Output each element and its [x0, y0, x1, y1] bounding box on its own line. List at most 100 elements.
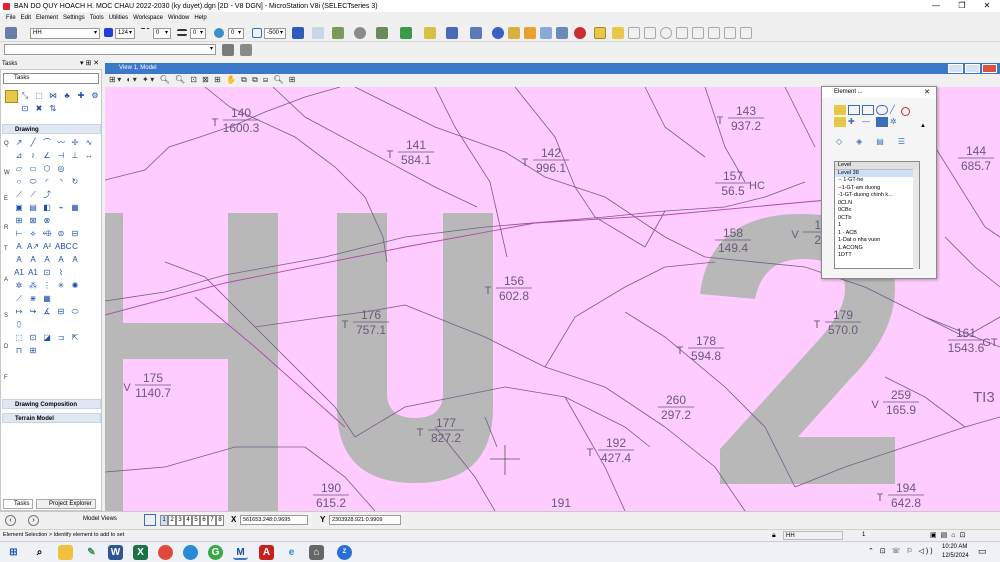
- y-coordinate-field[interactable]: 2303928.921:0.9909: [329, 515, 401, 525]
- place-ellipse-icon[interactable]: ⬭: [27, 176, 39, 187]
- copy-icon[interactable]: ⊞: [13, 215, 25, 226]
- chrome-icon[interactable]: [158, 545, 173, 560]
- menu-file[interactable]: File: [6, 15, 16, 21]
- level-list-item[interactable]: -1-GT-duong chinh k...: [835, 192, 919, 200]
- dim-element-icon[interactable]: ⌇: [55, 267, 67, 278]
- measure-distance-icon[interactable]: ↦: [13, 306, 25, 317]
- saved-views-icon[interactable]: [508, 27, 520, 39]
- menu-help[interactable]: Help: [194, 15, 206, 21]
- minimize-button[interactable]: —: [923, 0, 949, 12]
- measure-radius-icon[interactable]: ↪: [27, 306, 39, 317]
- tool-icon-b[interactable]: ⬚: [33, 90, 45, 101]
- edge-2-icon[interactable]: e: [284, 545, 299, 560]
- menu-window[interactable]: Window: [168, 15, 189, 21]
- fence-place-icon[interactable]: ⬯: [13, 319, 25, 330]
- trim-icon[interactable]: ◧: [41, 202, 53, 213]
- view-button-7[interactable]: 7: [208, 515, 216, 526]
- move-icon[interactable]: ⊠: [27, 215, 39, 226]
- text-align-icon[interactable]: A: [27, 254, 39, 265]
- view-window-controls[interactable]: [948, 64, 998, 73]
- intersection-snap-icon[interactable]: [708, 27, 720, 39]
- place-curve-icon[interactable]: ∿: [83, 137, 95, 148]
- place-smartline-icon[interactable]: ↗: [13, 137, 25, 148]
- extend-icon[interactable]: ⤴: [41, 189, 53, 200]
- mirror-icon[interactable]: ⊟: [69, 228, 81, 239]
- level-list-item[interactable]: 0CTb: [835, 215, 919, 223]
- clock-date[interactable]: 12/5/2024: [942, 553, 969, 559]
- arc-icon[interactable]: ◜: [41, 176, 53, 187]
- tool-icon-c[interactable]: ⋈: [47, 90, 59, 101]
- cell-select-icon[interactable]: ⁂: [27, 280, 39, 291]
- align-icon[interactable]: ⬲: [41, 228, 53, 239]
- weight-combo[interactable]: 0: [190, 28, 206, 39]
- nearest-snap-icon[interactable]: [612, 27, 624, 39]
- menu-workspace[interactable]: Workspace: [133, 15, 163, 21]
- chamfer-icon[interactable]: ▤: [27, 202, 39, 213]
- snap-button-2-icon[interactable]: [644, 27, 656, 39]
- place-block-icon[interactable]: ▭: [27, 163, 39, 174]
- terrain-model-header[interactable]: Terrain Model: [2, 413, 101, 423]
- search-icon[interactable]: ⌕: [32, 545, 47, 560]
- text-abc-icon[interactable]: ABC: [55, 241, 71, 252]
- view-button-6[interactable]: 6: [200, 515, 208, 526]
- modify-element-icon[interactable]: ⟋: [13, 189, 25, 200]
- level-manager-icon[interactable]: [424, 27, 436, 39]
- view-button-8[interactable]: 8: [216, 515, 224, 526]
- place-orthogonal-icon[interactable]: ◎: [55, 163, 67, 174]
- tool-icon-a[interactable]: ⤡: [19, 90, 31, 101]
- file-explorer-icon[interactable]: [58, 545, 73, 560]
- text-replace-icon[interactable]: A: [13, 254, 25, 265]
- app-icon-g[interactable]: G: [208, 545, 223, 560]
- text-display-icon[interactable]: A: [69, 254, 81, 265]
- word-icon[interactable]: W: [108, 545, 123, 560]
- dim-radial-icon[interactable]: ⊡: [41, 267, 53, 278]
- place-polygon-icon[interactable]: ⬡: [41, 163, 53, 174]
- project-explorer-icon[interactable]: [540, 27, 552, 39]
- tool-icon-e[interactable]: ✚: [75, 90, 87, 101]
- display-icon[interactable]: [446, 27, 458, 39]
- lock-icon[interactable]: 🔒︎: [772, 532, 776, 540]
- dim-angle-icon[interactable]: A1: [27, 267, 39, 278]
- place-spline-icon[interactable]: ≀: [27, 150, 39, 161]
- fence-delete-icon[interactable]: ⊡: [27, 332, 39, 343]
- cell-drop-icon[interactable]: ✺: [69, 280, 81, 291]
- edge-icon[interactable]: [183, 545, 198, 560]
- tool-icon-i[interactable]: ⇅: [47, 103, 59, 114]
- task-selector[interactable]: Tasks: [3, 73, 99, 84]
- menu-tools[interactable]: Tools: [90, 15, 104, 21]
- expand-icon[interactable]: ▲: [920, 123, 926, 129]
- construct-bisector-icon[interactable]: ⊣: [55, 150, 67, 161]
- measure-angle-icon[interactable]: ∡: [41, 306, 53, 317]
- level-combo[interactable]: HH: [30, 28, 100, 39]
- center-snap-icon[interactable]: [660, 27, 672, 39]
- place-circle-icon[interactable]: ○: [13, 176, 25, 187]
- batch-icon[interactable]: [556, 27, 568, 39]
- help-icon[interactable]: [492, 27, 504, 39]
- nav-back-icon[interactable]: ‹: [5, 515, 16, 526]
- tool-icon-h[interactable]: ✖: [33, 103, 45, 114]
- fence-icon[interactable]: [332, 27, 344, 39]
- app-icon-1[interactable]: ✎: [84, 545, 99, 560]
- keypoint-snap-icon[interactable]: [594, 27, 606, 39]
- level-list-item[interactable]: -- 1-GT-he: [835, 177, 919, 185]
- system-tray-icons[interactable]: ⌃ ⊡ ☏ ⚐ ◁)): [868, 547, 935, 555]
- no-entry-icon[interactable]: [901, 107, 910, 116]
- element-selection-icon[interactable]: [5, 90, 18, 103]
- element-panel-tool-icons[interactable]: ╱ ✚ — ✲: [834, 105, 904, 127]
- close-button[interactable]: ✕: [974, 0, 1000, 12]
- filter-icon[interactable]: [240, 44, 252, 56]
- transparency-combo[interactable]: 0: [228, 28, 244, 39]
- place-multiline-icon[interactable]: ⊿: [13, 150, 25, 161]
- maximize-button[interactable]: ❐: [949, 0, 975, 12]
- clock-time[interactable]: 10:20 AM: [942, 544, 967, 550]
- level-list-item[interactable]: 0CBc: [835, 207, 919, 215]
- level-list-item[interactable]: Level 38: [835, 169, 919, 177]
- keyin-combo[interactable]: [4, 44, 216, 55]
- element-panel-close-icon[interactable]: ✕: [924, 88, 930, 96]
- drawing-section-header[interactable]: Drawing: [2, 124, 101, 134]
- measure-volume-icon[interactable]: ⬭: [69, 306, 81, 317]
- measure-area-icon[interactable]: ⊟: [55, 306, 67, 317]
- arc-3-icon[interactable]: ↻: [69, 176, 81, 187]
- place-shape-icon[interactable]: ▱: [13, 163, 25, 174]
- construct-min-icon[interactable]: ↔: [83, 150, 95, 161]
